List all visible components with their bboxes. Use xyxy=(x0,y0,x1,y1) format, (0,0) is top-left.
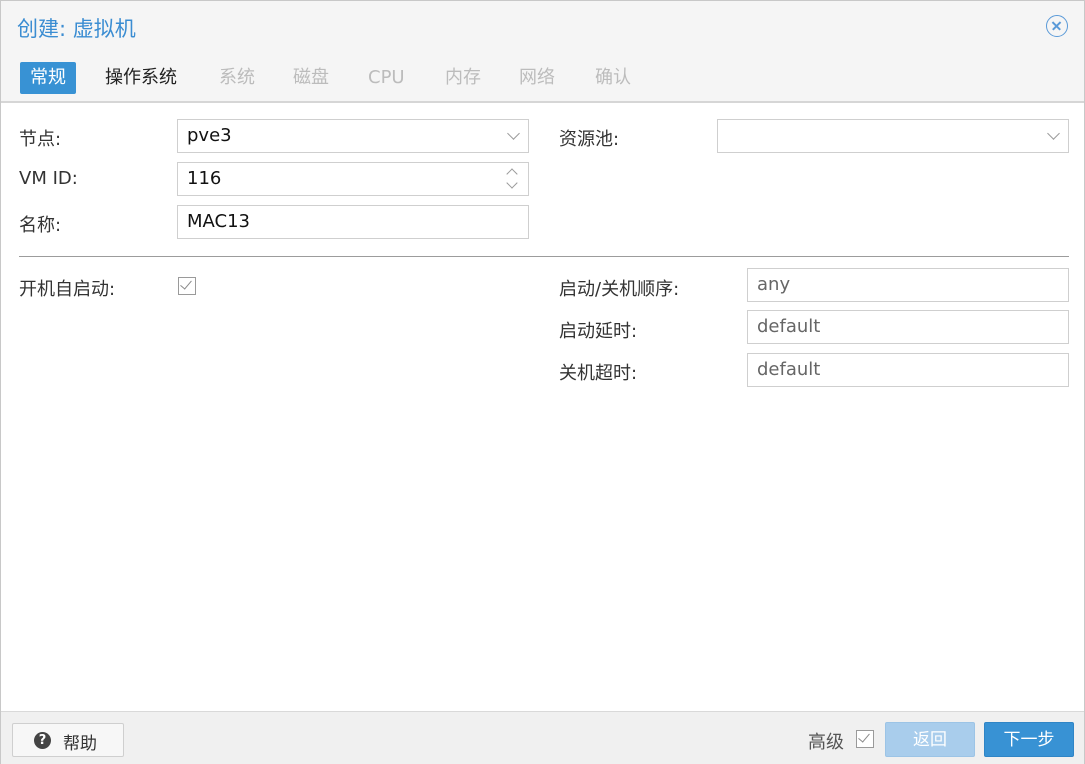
section-divider xyxy=(19,256,1069,257)
shutdown-timeout-input[interactable]: default xyxy=(747,353,1069,387)
help-button[interactable]: ? 帮助 xyxy=(12,723,124,757)
chevron-down-icon[interactable] xyxy=(507,127,520,140)
dialog-title: 创建: 虚拟机 xyxy=(17,17,136,41)
create-vm-dialog: 创建: 虚拟机 常规 操作系统 系统 磁盘 CPU 内存 网络 确认 节点: p… xyxy=(0,0,1085,764)
onboot-checkbox[interactable] xyxy=(178,277,196,295)
tab-general[interactable]: 常规 xyxy=(20,62,76,94)
shutdown-timeout-value: default xyxy=(757,359,821,380)
node-value: pve3 xyxy=(187,125,232,146)
tab-confirm: 确认 xyxy=(595,67,631,88)
vmid-spinner[interactable]: 116 xyxy=(177,162,529,196)
next-button[interactable]: 下一步 xyxy=(984,722,1074,757)
node-select[interactable]: pve3 xyxy=(177,119,529,153)
startup-delay-label: 启动延时: xyxy=(559,321,638,342)
dialog-footer: ? 帮助 高级 返回 下一步 xyxy=(1,711,1084,764)
name-label: 名称: xyxy=(19,215,62,236)
startup-order-value: any xyxy=(757,274,791,295)
shutdown-timeout-label: 关机超时: xyxy=(559,363,638,384)
startup-order-label: 启动/关机顺序: xyxy=(559,279,680,300)
title-bar: 创建: 虚拟机 xyxy=(1,1,1084,53)
chevron-down-icon[interactable] xyxy=(1047,127,1060,140)
tab-cpu: CPU xyxy=(368,67,405,88)
node-label: 节点: xyxy=(19,129,62,150)
tab-network: 网络 xyxy=(519,67,555,88)
back-button[interactable]: 返回 xyxy=(885,722,975,757)
tab-system: 系统 xyxy=(219,67,255,88)
startup-order-input[interactable]: any xyxy=(747,268,1069,302)
name-value: MAC13 xyxy=(187,211,250,232)
startup-delay-value: default xyxy=(757,316,821,337)
question-circle-icon: ? xyxy=(34,732,51,749)
advanced-checkbox[interactable] xyxy=(856,730,874,748)
pool-select[interactable] xyxy=(717,119,1069,153)
pool-label: 资源池: xyxy=(559,129,620,150)
help-label: 帮助 xyxy=(63,734,97,754)
wizard-tabs: 常规 操作系统 系统 磁盘 CPU 内存 网络 确认 xyxy=(1,53,1084,103)
advanced-label: 高级 xyxy=(808,732,844,753)
tab-disks: 磁盘 xyxy=(293,67,329,88)
vmid-value: 116 xyxy=(187,168,222,189)
close-icon[interactable] xyxy=(1046,15,1068,37)
onboot-label: 开机自启动: xyxy=(19,279,116,300)
startup-delay-input[interactable]: default xyxy=(747,310,1069,344)
name-input[interactable]: MAC13 xyxy=(177,205,529,239)
spin-down-icon[interactable] xyxy=(506,177,518,189)
tab-memory: 内存 xyxy=(445,67,481,88)
tab-os[interactable]: 操作系统 xyxy=(105,62,177,94)
vmid-label: VM ID: xyxy=(19,168,78,189)
